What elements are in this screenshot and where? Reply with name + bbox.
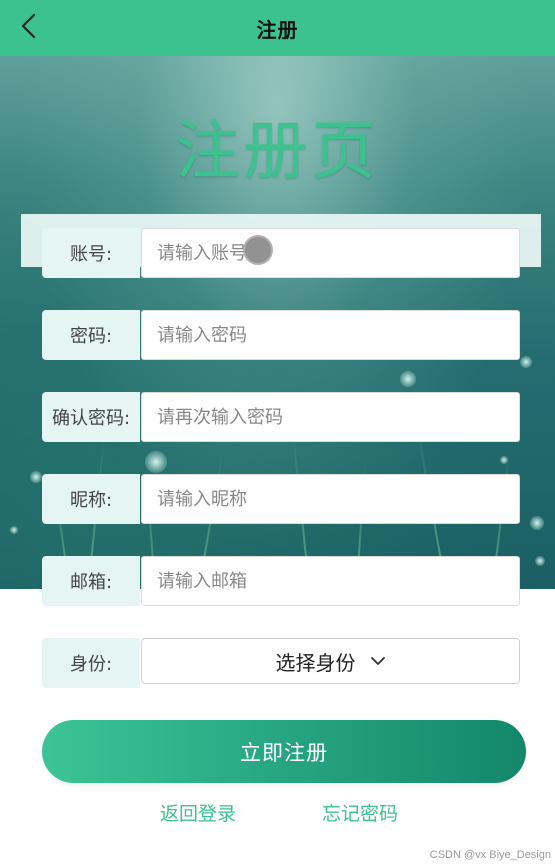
role-select[interactable]: 选择身份 [141,638,520,684]
email-input[interactable] [141,556,520,606]
nickname-row: 昵称: [42,474,520,524]
confirm-password-input[interactable] [141,392,520,442]
email-row: 邮箱: [42,556,520,606]
password-label: 密码: [42,310,140,360]
nickname-input[interactable] [141,474,520,524]
role-select-value: 选择身份 [275,650,356,675]
register-button[interactable]: 立即注册 [42,720,526,783]
account-row: 账号: [42,228,520,278]
back-to-login-link[interactable]: 返回登录 [160,799,236,826]
email-label: 邮箱: [42,556,140,606]
watermark-text: CSDN @vx Biye_Design [429,849,551,861]
role-label: 身份: [42,638,140,688]
chevron-left-icon [21,13,36,39]
password-input[interactable] [141,310,520,360]
account-label: 账号: [42,228,140,278]
account-input[interactable] [141,228,520,278]
back-button[interactable] [14,10,42,42]
confirm-password-row: 确认密码: [42,392,520,442]
hero-title: 注册页 [175,115,380,189]
password-row: 密码: [42,310,520,360]
forgot-password-link[interactable]: 忘记密码 [322,799,398,826]
role-row: 身份: 选择身份 [42,638,520,688]
page-title: 注册 [256,17,299,42]
touch-cursor-indicator [243,235,273,265]
confirm-password-label: 确认密码: [42,392,140,442]
top-navigation-bar: 注册 [0,0,555,56]
nickname-label: 昵称: [42,474,140,524]
chevron-down-icon [370,657,385,665]
